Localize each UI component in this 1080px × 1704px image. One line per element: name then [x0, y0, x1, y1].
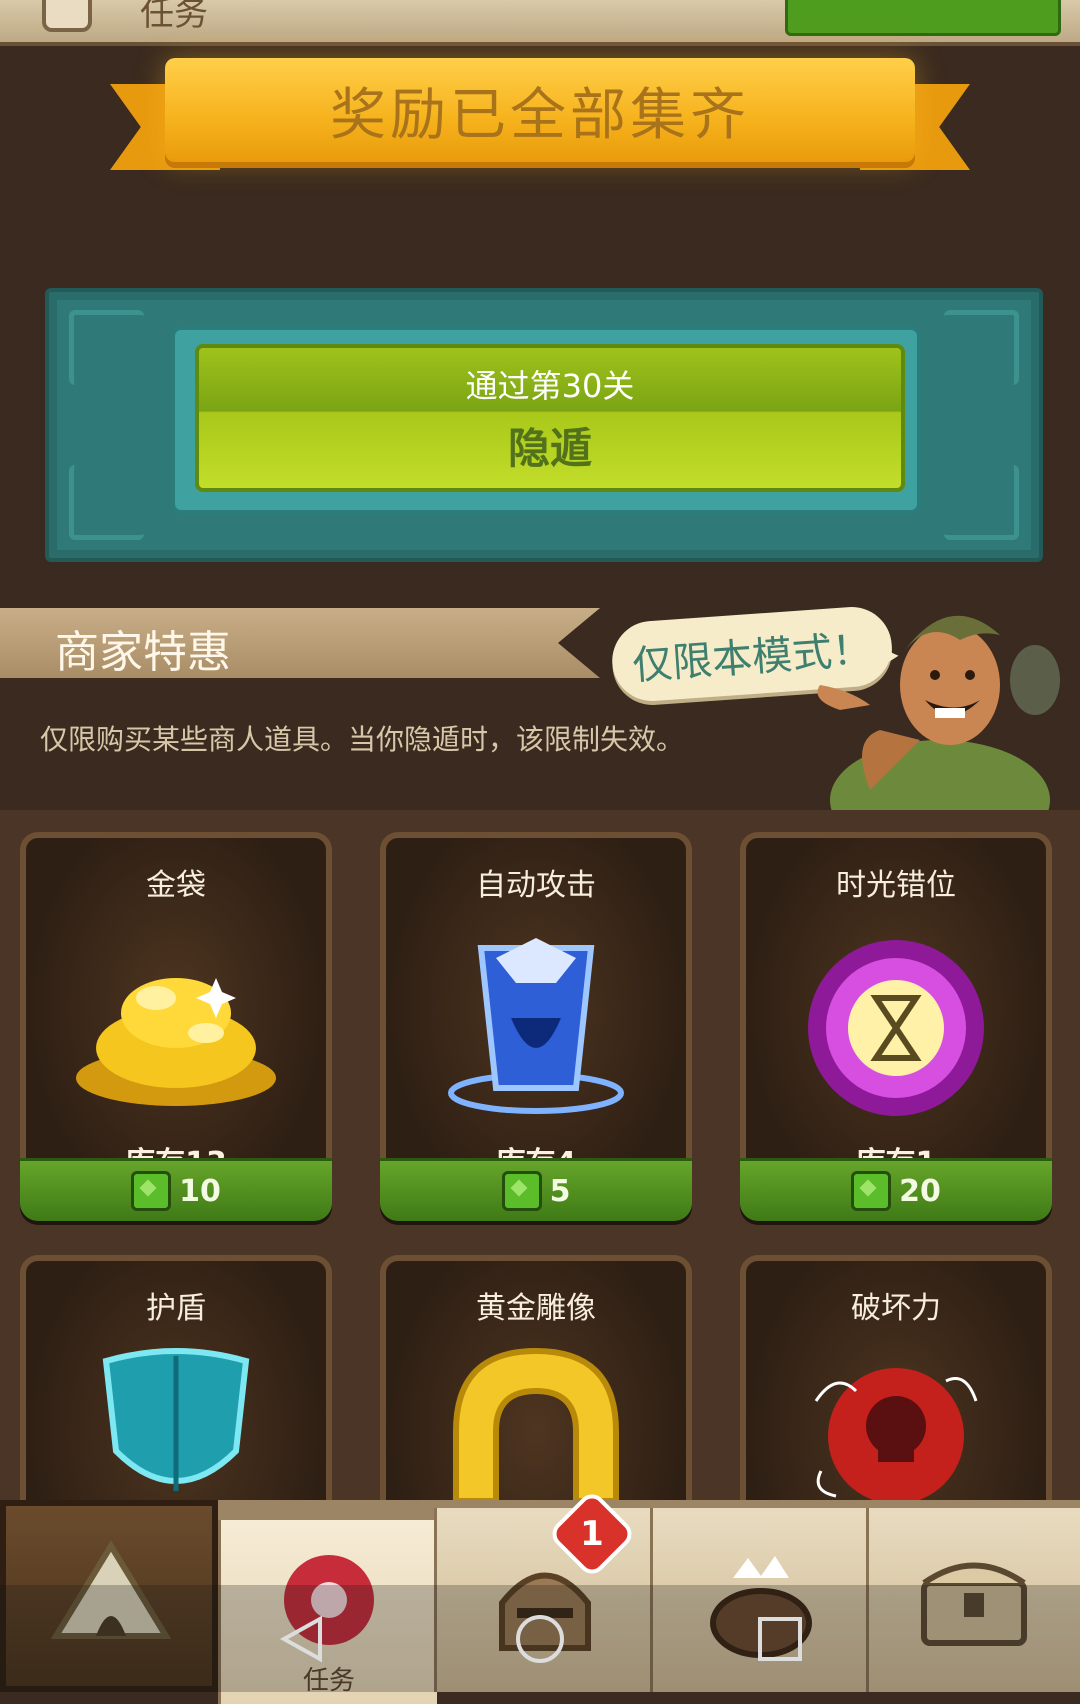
promo-label-text: 商家特惠: [55, 627, 231, 678]
destruction-orb-icon: [814, 1368, 978, 1504]
leaf-ornament-icon: [69, 465, 144, 540]
gem-icon: [851, 1171, 892, 1211]
system-nav-bar: [0, 1585, 1080, 1692]
home-circle-icon[interactable]: [514, 1613, 566, 1665]
buy-button[interactable]: 10: [20, 1158, 332, 1221]
badge-count: 1: [580, 1514, 604, 1554]
leaf-ornament-icon: [944, 310, 1019, 385]
item-name: 时光错位: [836, 868, 956, 903]
promo-label: 商家特惠: [0, 608, 600, 678]
buy-button[interactable]: 5: [380, 1158, 692, 1221]
item-name: 黄金雕像: [476, 1291, 596, 1326]
recents-square-icon[interactable]: [754, 1613, 806, 1665]
leaf-ornament-icon: [944, 465, 1019, 540]
item-name: 破坏力: [851, 1291, 941, 1326]
top-bar: 任务: [0, 0, 1080, 46]
ribbon-text: 奖励已全部集齐: [330, 82, 750, 148]
auto-attack-icon: [448, 938, 624, 1114]
shop-item-card[interactable]: 时光错位 库存1 20: [740, 832, 1052, 1221]
gem-icon: [501, 1171, 542, 1211]
time-vortex-icon: [808, 940, 984, 1116]
rewards-ribbon: 奖励已全部集齐: [110, 58, 970, 176]
back-icon[interactable]: [276, 1613, 328, 1665]
stage-panel: 通过第30关 隐遁: [45, 288, 1043, 562]
item-price: 20: [899, 1173, 941, 1209]
buy-button[interactable]: 20: [740, 1158, 1052, 1221]
stage-title: 隐遁: [507, 423, 592, 473]
shop-item-card[interactable]: 金袋 库存13 10: [20, 832, 332, 1221]
item-name: 护盾: [146, 1291, 206, 1326]
golden-horseshoe-icon: [453, 1347, 619, 1504]
stage-subtitle: 通过第30关: [465, 366, 635, 405]
ribbon-band: 奖励已全部集齐: [165, 58, 915, 162]
leaf-ornament-icon: [69, 310, 144, 385]
top-green-button[interactable]: [785, 0, 1061, 36]
shop-item-card[interactable]: 自动攻击 库存4 5: [380, 832, 692, 1221]
top-bar-title: 任务: [140, 0, 208, 34]
gold-coins-icon: [76, 978, 276, 1106]
merchant-character-icon: [817, 615, 1060, 830]
item-price: 10: [179, 1173, 221, 1209]
item-name: 金袋: [146, 868, 206, 903]
gem-icon: [131, 1171, 172, 1211]
item-price: 5: [549, 1173, 571, 1209]
quest-icon: [42, 0, 92, 32]
promo-description: 仅限购买某些商人道具。当你隐遁时，该限制失效。: [40, 723, 685, 756]
item-name: 自动攻击: [476, 868, 596, 903]
shield-icon: [102, 1348, 250, 1491]
stealth-mode-button[interactable]: 通过第30关 隐遁: [195, 344, 905, 492]
stage-frame: 通过第30关 隐遁: [171, 326, 921, 514]
